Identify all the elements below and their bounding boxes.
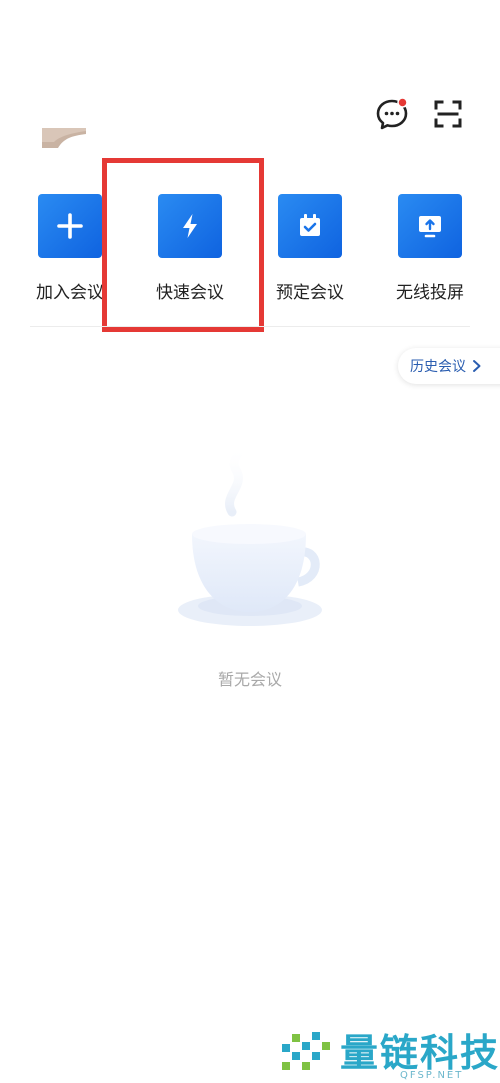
meeting-home-screen: 加入会议 快速会议 预定会议 无线投屏 历史会议 暂无会议 量链科技 QFSP.… (0, 0, 500, 1083)
history-meetings-button[interactable]: 历史会议 (398, 348, 500, 384)
highlight-box (102, 158, 264, 332)
watermark-domain: QFSP.NET (400, 1070, 464, 1081)
chevron-right-icon (473, 360, 481, 372)
wireless-cast-label: 无线投屏 (396, 283, 464, 303)
join-meeting-tile (38, 194, 102, 258)
plus-icon (57, 213, 83, 239)
message-icon[interactable] (374, 96, 410, 132)
brand-logo-icon (282, 1032, 330, 1070)
coffee-cup-icon (170, 440, 330, 640)
empty-state-text: 暂无会议 (217, 670, 282, 689)
schedule-meeting-button[interactable]: 预定会议 (250, 194, 370, 304)
watermark: 量链科技 QFSP.NET (280, 1020, 500, 1083)
screen-share-icon (419, 216, 441, 238)
schedule-meeting-tile (278, 194, 342, 258)
wireless-cast-tile (398, 194, 462, 258)
scan-icon[interactable] (430, 96, 466, 132)
schedule-meeting-label: 预定会议 (276, 283, 344, 303)
watermark-brand: 量链科技 (340, 1031, 500, 1075)
avatar-image (42, 128, 86, 148)
notification-dot (397, 97, 408, 108)
divider (30, 326, 470, 327)
calendar-check-icon (300, 214, 320, 236)
wireless-cast-button[interactable]: 无线投屏 (370, 194, 490, 304)
avatar[interactable] (42, 128, 90, 148)
history-meetings-label: 历史会议 (410, 359, 466, 375)
